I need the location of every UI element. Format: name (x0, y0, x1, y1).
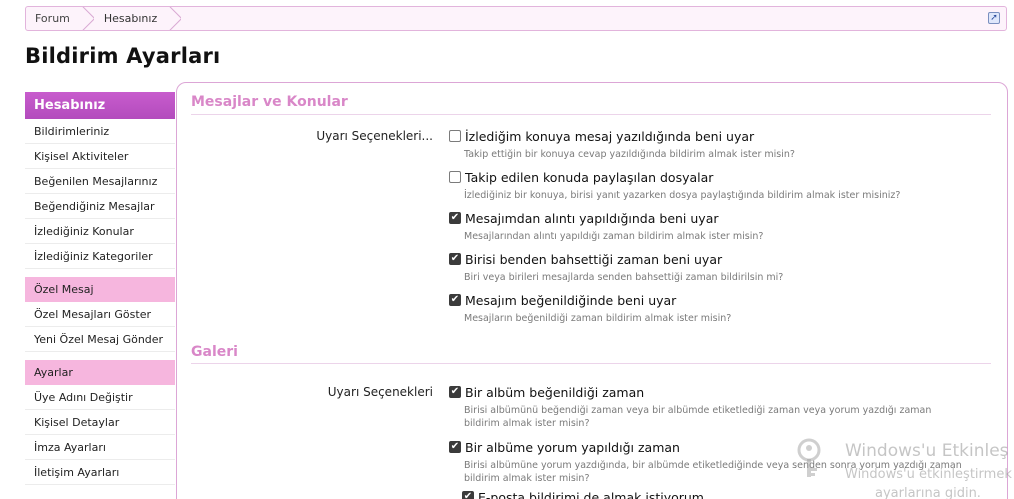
option-label[interactable]: Birisi benden bahsettiği zaman beni uyar (465, 252, 722, 267)
jump-arrow-icon[interactable]: ➚ (988, 12, 1000, 24)
option-label[interactable]: Mesajımdan alıntı yapıldığında beni uyar (465, 211, 719, 226)
sidebar-item-watched-threads[interactable]: İzlediğiniz Konular (25, 219, 175, 244)
alert-options-label-messages: Uyarı Seçenekleri... (316, 129, 433, 143)
option-post-liked: ✔ Mesajım beğenildiğinde beni uyar Mesaj… (449, 292, 964, 325)
option-mentioned: ✔ Birisi benden bahsettiği zaman beni uy… (449, 251, 964, 284)
sidebar-item-contact-settings[interactable]: İletişim Ayarları (25, 460, 175, 485)
key-icon (797, 438, 821, 477)
option-watched-thread-reply: İzlediğim konuya mesaj yazıldığında beni… (449, 128, 964, 161)
option-label[interactable]: Bir albüm beğenildiği zaman (465, 385, 644, 400)
option-hint: Mesajların beğenildiği zaman bildirim al… (464, 313, 732, 324)
checkbox-mentioned[interactable]: ✔ (449, 253, 461, 265)
section-title-gallery: Galeri (191, 344, 238, 360)
sidebar: Hesabınız Bildirimleriniz Kişisel Aktivi… (25, 92, 175, 485)
sidebar-item-change-username[interactable]: Üye Adını Değiştir (25, 385, 175, 410)
option-email-notify: ✔ E-posta bildirimi de almak istiyorum (462, 489, 704, 499)
watermark-subtitle-2: ayarlarına gidin. (875, 486, 981, 499)
watermark-title: Windows'u Etkinleş (845, 441, 1009, 461)
sidebar-item-personal-details[interactable]: Kişisel Detaylar (25, 410, 175, 435)
breadcrumb-forum-label: Forum (35, 12, 70, 25)
section-title-messages: Mesajlar ve Konular (191, 94, 348, 110)
option-label[interactable]: İzlediğim konuya mesaj yazıldığında beni… (465, 129, 754, 144)
checkbox-album-comment[interactable]: ✔ (449, 441, 461, 453)
breadcrumb-forum-link[interactable]: Forum (26, 7, 82, 30)
sidebar-item-notifications[interactable]: Bildirimleriniz (25, 119, 175, 144)
option-hint: Biri veya birileri mesajlarda senden bah… (464, 272, 784, 283)
section-divider (191, 363, 991, 364)
breadcrumb: Forum Hesabınız ➚ (25, 6, 1007, 31)
breadcrumb-separator (169, 7, 181, 30)
breadcrumb-separator (82, 7, 94, 30)
option-quoted: ✔ Mesajımdan alıntı yapıldığında beni uy… (449, 210, 964, 243)
checkbox-album-liked[interactable]: ✔ (449, 386, 461, 398)
sidebar-header-account[interactable]: Hesabınız (25, 92, 175, 119)
windows-activation-watermark: Windows'u Etkinleş Windows'u etkinleştir… (790, 434, 1014, 499)
checkbox-post-liked[interactable]: ✔ (449, 294, 461, 306)
breadcrumb-account-label: Hesabınız (103, 12, 158, 25)
checkbox-watched-thread-reply[interactable] (449, 130, 461, 142)
checkbox-email-notify[interactable]: ✔ (462, 491, 474, 499)
checkbox-watched-thread-files[interactable] (449, 171, 461, 183)
sidebar-item-liked-posts[interactable]: Beğenilen Mesajlarınız (25, 169, 175, 194)
section-divider (191, 114, 991, 115)
sidebar-item-posts-you-liked[interactable]: Beğendiğiniz Mesajlar (25, 194, 175, 219)
sidebar-item-show-messages[interactable]: Özel Mesajları Göster (25, 302, 175, 327)
sidebar-item-activity[interactable]: Kişisel Aktiviteler (25, 144, 175, 169)
breadcrumb-account-link[interactable]: Hesabınız (94, 7, 169, 30)
option-label[interactable]: Bir albüme yorum yapıldığı zaman (465, 440, 680, 455)
option-album-liked: ✔ Bir albüm beğenildiği zaman Birisi alb… (449, 384, 964, 430)
option-label[interactable]: E-posta bildirimi de almak istiyorum (478, 490, 704, 499)
sidebar-item-signature[interactable]: İmza Ayarları (25, 435, 175, 460)
sidebar-header-private-messages[interactable]: Özel Mesaj (25, 277, 175, 302)
option-hint: İzlediğiniz bir konuya, birisi yanıt yaz… (464, 190, 901, 201)
checkbox-quoted[interactable]: ✔ (449, 212, 461, 224)
option-hint: Mesajlarından alıntı yapıldığı zaman bil… (464, 231, 764, 242)
sidebar-header-settings[interactable]: Ayarlar (25, 360, 175, 385)
page-title: Bildirim Ayarları (25, 44, 221, 68)
watermark-subtitle: Windows'u etkinleştirmek (845, 467, 1012, 482)
option-hint: Takip ettiğin bir konuya cevap yazıldığı… (464, 149, 795, 160)
option-label[interactable]: Takip edilen konuda paylaşılan dosyalar (465, 170, 713, 185)
sidebar-item-watched-forums[interactable]: İzlediğiniz Kategoriler (25, 244, 175, 269)
option-label[interactable]: Mesajım beğenildiğinde beni uyar (465, 293, 676, 308)
sidebar-item-new-message[interactable]: Yeni Özel Mesaj Gönder (25, 327, 175, 352)
option-watched-thread-files: Takip edilen konuda paylaşılan dosyalar … (449, 169, 964, 202)
alert-options-label-gallery: Uyarı Seçenekleri (327, 385, 433, 399)
option-hint: Birisi albümünü beğendiği zaman veya bir… (464, 405, 932, 429)
